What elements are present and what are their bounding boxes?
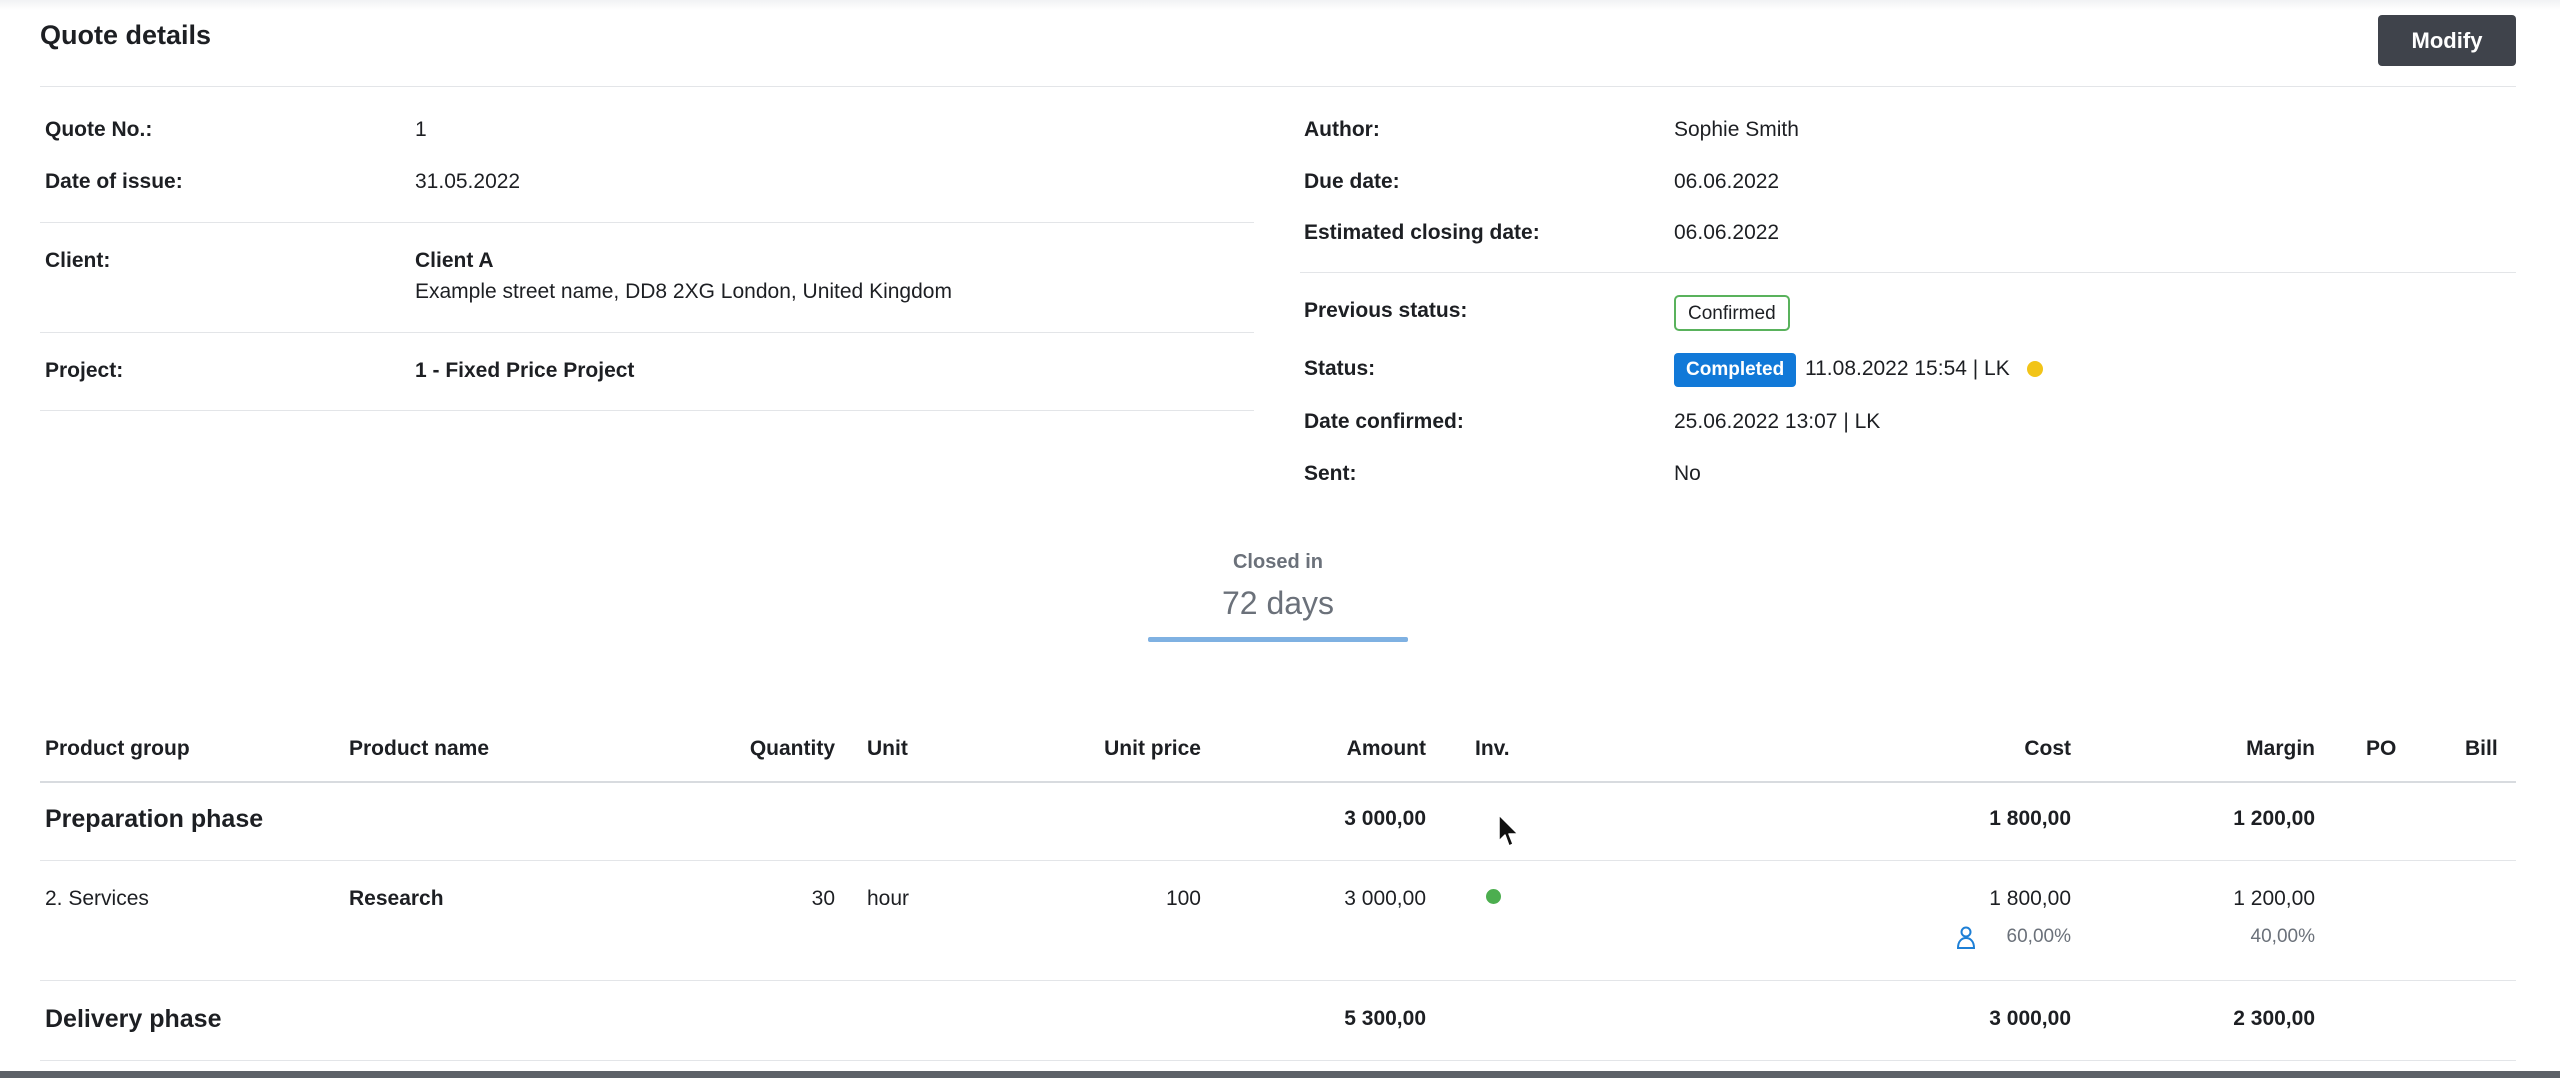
client-address: Example street name, DD8 2XG London, Uni… [415, 280, 952, 303]
page-title: Quote details [40, 20, 212, 50]
project-value[interactable]: 1 - Fixed Price Project [415, 359, 634, 383]
column-header-product-name[interactable]: Product name [349, 737, 489, 761]
table-row-quantity: 30 [811, 887, 835, 910]
table-row-amount: 3 000,00 [1344, 887, 1426, 910]
group-row-cost: 1 800,00 [1989, 807, 2071, 830]
divider [40, 980, 2516, 981]
project-label: Project: [45, 359, 124, 382]
group-row-name: Delivery phase [45, 1005, 222, 1033]
group-row-amount: 3 000,00 [1344, 807, 1426, 830]
status-badge: Completed [1674, 353, 1797, 387]
column-header-quantity[interactable]: Quantity [700, 737, 835, 761]
column-header-margin[interactable]: Margin [2115, 737, 2315, 761]
estimated-closing-date-value: 06.06.2022 [1674, 221, 1780, 244]
column-header-unit[interactable]: Unit [867, 737, 908, 761]
column-header-po[interactable]: PO [2366, 737, 2396, 761]
table-row-cost: 1 800,00 [1989, 887, 2071, 910]
divider [40, 860, 2516, 861]
divider [40, 222, 1254, 223]
group-row-margin: 1 200,00 [2233, 807, 2315, 830]
client-name[interactable]: Client A [415, 249, 494, 273]
column-header-bill[interactable]: Bill [2465, 737, 2498, 761]
divider [40, 1060, 2516, 1061]
invoice-status-dot [1486, 889, 1501, 904]
previous-status-badge: Confirmed [1674, 295, 1790, 331]
table-row-cost-percentage: 60,00% [2006, 926, 2071, 947]
date-of-issue-value: 31.05.2022 [415, 170, 521, 193]
modify-button[interactable]: Modify [2378, 15, 2516, 66]
date-confirmed-label: Date confirmed: [1304, 410, 1464, 433]
sent-value: No [1674, 462, 1701, 485]
quote-details-page: Quote details Modify Quote No.: 1 Date o… [0, 0, 2560, 1078]
column-header-cost[interactable]: Cost [1871, 737, 2071, 761]
author-label: Author: [1304, 118, 1380, 141]
divider [40, 410, 1254, 411]
table-row-unit-price: 100 [1165, 887, 1201, 910]
previous-status-label: Previous status: [1304, 299, 1468, 322]
table-header-divider [40, 781, 2516, 783]
date-of-issue-label: Date of issue: [45, 170, 183, 193]
header: Quote details Modify [40, 0, 2516, 87]
quote-no-value: 1 [415, 118, 427, 141]
closed-in-underline [1148, 637, 1408, 642]
quote-no-label: Quote No.: [45, 118, 153, 141]
group-row-cost: 3 000,00 [1989, 1007, 2071, 1030]
due-date-value: 06.06.2022 [1674, 170, 1780, 193]
status-meta: 11.08.2022 15:54 | LK [1805, 357, 2010, 380]
divider [40, 332, 1254, 333]
bottom-border [0, 1071, 2560, 1078]
table-row-product-name[interactable]: Research [349, 887, 444, 911]
table-row-margin: 1 200,00 [2233, 887, 2315, 910]
table-row-unit: hour [867, 887, 910, 910]
status-label: Status: [1304, 357, 1376, 380]
status-dot [2027, 361, 2043, 377]
date-confirmed-value: 25.06.2022 13:07 | LK [1674, 410, 1881, 433]
column-header-invoice[interactable]: Inv. [1475, 737, 1510, 761]
column-header-amount[interactable]: Amount [1226, 737, 1426, 761]
due-date-label: Due date: [1304, 170, 1400, 193]
sent-label: Sent: [1304, 462, 1357, 485]
mouse-cursor-icon [1498, 814, 1519, 847]
author-value: Sophie Smith [1674, 118, 1799, 141]
group-row-name: Preparation phase [45, 805, 264, 833]
divider [1300, 272, 2516, 273]
group-row-amount: 5 300,00 [1344, 1007, 1426, 1030]
client-label: Client: [45, 249, 111, 272]
table-row-margin-percentage: 40,00% [2250, 926, 2315, 947]
closed-in-label: Closed in [1232, 551, 1323, 573]
group-row-margin: 2 300,00 [2233, 1007, 2315, 1030]
estimated-closing-date-label: Estimated closing date: [1304, 221, 1540, 244]
table-row-product-group: 2. Services [45, 887, 149, 910]
column-header-unit-price[interactable]: Unit price [1000, 737, 1201, 761]
closed-in-value: 72 days [1221, 585, 1335, 621]
column-header-product-group[interactable]: Product group [45, 737, 190, 761]
